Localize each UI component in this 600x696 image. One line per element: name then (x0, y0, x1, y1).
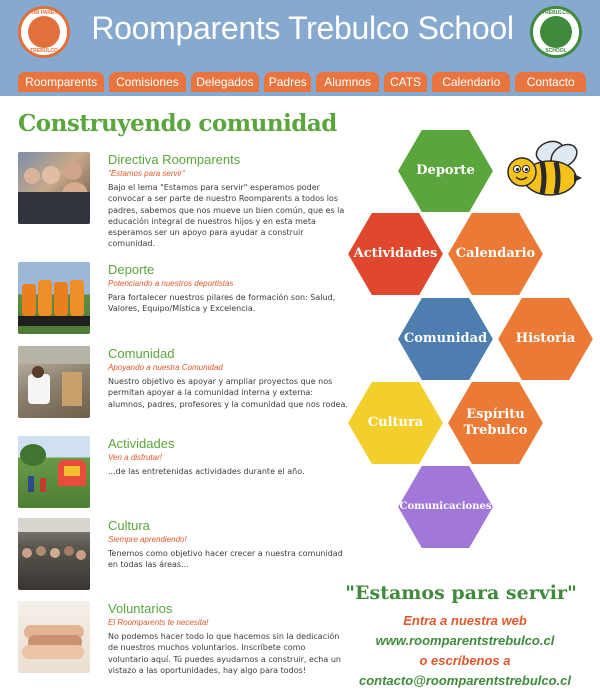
section-subtitle: Potenciando a nuestros deportistas (108, 279, 234, 288)
section-title[interactable]: Cultura (108, 518, 348, 534)
section-text: Cultura Siempre aprendiendo! Tenemos com… (108, 518, 348, 571)
section-body: Nuestro objetivo es apoyar y ampliar pro… (108, 377, 348, 409)
logo-text-bottom: TREBULCO (30, 48, 58, 54)
promo-line-2: o escríbenos a (419, 653, 511, 668)
nav-cats[interactable]: CATS (383, 72, 428, 92)
site-title: Roomparents Trebulco School (91, 10, 514, 46)
hex-comunidad[interactable]: Comunidad (398, 298, 493, 380)
hex-label: Historia (515, 331, 576, 346)
hex-label: Cultura (367, 415, 424, 430)
section-title[interactable]: Deporte (108, 262, 348, 278)
page-heading: Construyendo comunidad (18, 110, 337, 137)
hex-label: Comunicaciones (399, 501, 492, 512)
voluntarios-photo[interactable] (18, 601, 90, 673)
email-link[interactable]: contacto@roomparentstrebulco.cl (340, 672, 590, 690)
nav-contacto[interactable]: Contacto (515, 72, 586, 92)
section-body: Tenemos como objetivo hacer crecer a nue… (108, 549, 343, 570)
nav-delegados[interactable]: Delegados (190, 72, 260, 92)
section-title[interactable]: Voluntarios (108, 601, 348, 617)
section-actividades: Actividades Ven a disfrutar! ...de las e… (18, 436, 348, 508)
promo-line-1: Entra a nuestra web (403, 613, 527, 628)
deporte-photo[interactable] (18, 262, 90, 334)
hex-label: Comunidad (403, 331, 488, 346)
section-title[interactable]: Comunidad (108, 346, 348, 362)
section-body: Para fortalecer nuestros pilares de form… (108, 293, 336, 314)
site-header: ROOM PARENTS TREBULCO Roomparents Trebul… (0, 0, 600, 96)
nav-alumnos[interactable]: Alumnos (316, 72, 379, 92)
section-text: Comunidad Apoyando a nuestra Comunidad N… (108, 346, 348, 410)
hex-historia[interactable]: Historia (498, 298, 593, 380)
section-cultura: Cultura Siempre aprendiendo! Tenemos com… (18, 518, 348, 590)
logo-text-top: ROOM PARENTS (23, 10, 65, 16)
cultura-photo[interactable] (18, 518, 90, 590)
website-link[interactable]: www.roomparentstrebulco.cl (340, 632, 590, 650)
bee-icon (507, 140, 582, 196)
logo-text-top: TREBULCO (542, 10, 570, 16)
hex-calendario[interactable]: Calendario (448, 213, 543, 295)
main-nav: Roomparents Comisiones Delegados Padres … (18, 72, 586, 92)
hex-comunicaciones[interactable]: Comunicaciones (398, 466, 493, 548)
section-directiva: Directiva Roomparents "Estamos para serv… (18, 152, 348, 248)
section-comunidad: Comunidad Apoyando a nuestra Comunidad N… (18, 346, 348, 421)
nav-roomparents[interactable]: Roomparents (18, 72, 105, 92)
roomparents-logo[interactable]: ROOM PARENTS TREBULCO (18, 6, 70, 58)
section-voluntarios: Voluntarios El Roomparents te necesita! … (18, 601, 348, 691)
nav-padres[interactable]: Padres (264, 72, 312, 92)
section-subtitle: Siempre aprendiendo! (108, 535, 187, 544)
section-subtitle: "Estamos para servir" (108, 169, 185, 178)
section-text: Actividades Ven a disfrutar! ...de las e… (108, 436, 348, 477)
hex-cultura[interactable]: Cultura (348, 382, 443, 464)
hex-espiritu-trebulco[interactable]: Espíritu Trebulco (448, 382, 543, 464)
section-body: Bajo el lema "Estamos para servir" esper… (108, 183, 345, 249)
section-deporte: Deporte Potenciando a nuestros deportist… (18, 262, 348, 334)
section-body: ...de las entretenidas actividades duran… (108, 467, 305, 476)
hex-actividades[interactable]: Actividades (348, 213, 443, 295)
hex-label: Calendario (455, 246, 536, 261)
logo-emblem (540, 16, 572, 48)
logo-text-bottom: SCHOOL (545, 48, 567, 54)
nav-calendario[interactable]: Calendario (432, 72, 511, 92)
comunidad-photo[interactable] (18, 346, 90, 418)
section-subtitle: El Roomparents te necesita! (108, 618, 209, 627)
actividades-photo[interactable] (18, 436, 90, 508)
nav-comisiones[interactable]: Comisiones (109, 72, 186, 92)
hex-deporte[interactable]: Deporte (398, 130, 493, 212)
trebulco-school-logo[interactable]: TREBULCO SCHOOL (530, 6, 582, 58)
section-subtitle: Apoyando a nuestra Comunidad (108, 363, 223, 372)
section-subtitle: Ven a disfrutar! (108, 453, 162, 462)
section-text: Directiva Roomparents "Estamos para serv… (108, 152, 348, 250)
hex-label: Actividades (353, 246, 438, 261)
slogan: "Estamos para servir" (345, 582, 577, 604)
logo-emblem (28, 16, 60, 48)
section-text: Voluntarios El Roomparents te necesita! … (108, 601, 348, 676)
hex-label: Deporte (416, 163, 475, 178)
section-text: Deporte Potenciando a nuestros deportist… (108, 262, 348, 315)
section-body: No podemos hacer todo lo que hacemos sin… (108, 632, 341, 675)
hex-label: Espíritu Trebulco (463, 407, 528, 438)
section-title[interactable]: Actividades (108, 436, 348, 452)
directiva-photo[interactable] (18, 152, 90, 224)
section-title[interactable]: Directiva Roomparents (108, 152, 348, 168)
